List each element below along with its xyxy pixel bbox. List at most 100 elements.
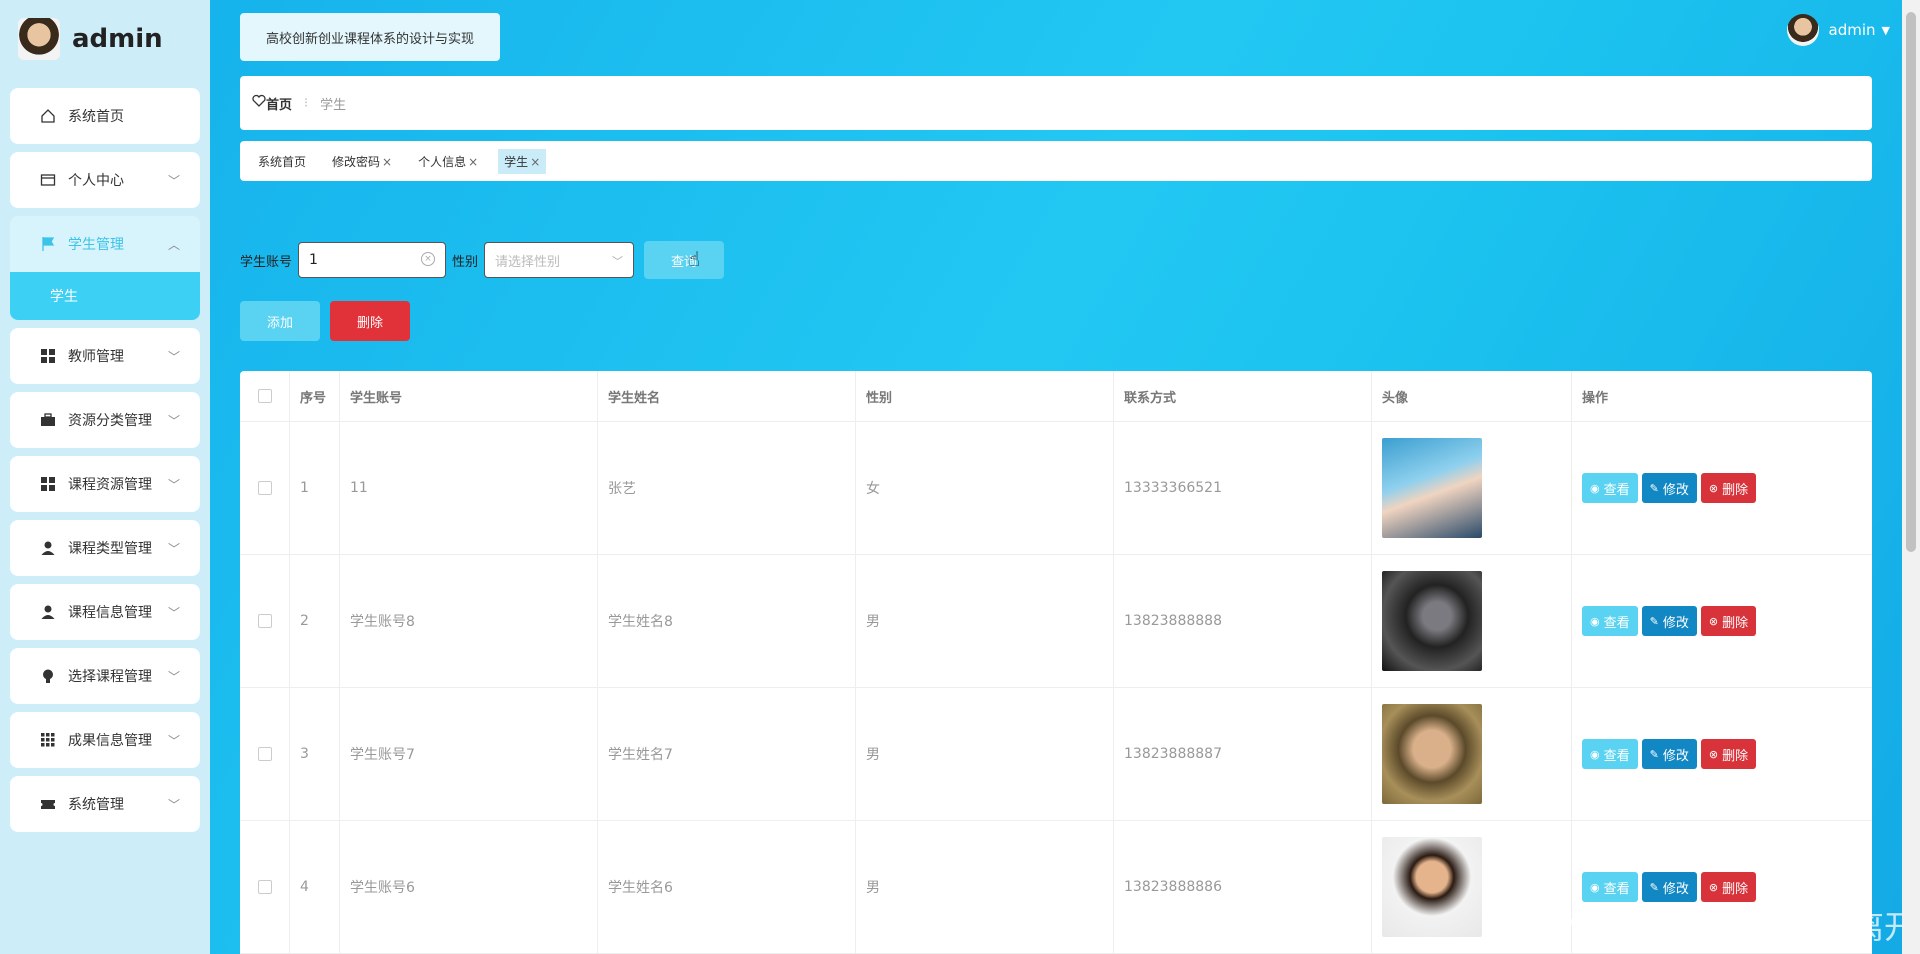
chevron-down-icon: ﹀: [167, 174, 180, 188]
student-photo[interactable]: [1382, 438, 1482, 538]
user-menu[interactable]: admin ▼: [1786, 14, 1890, 46]
sidebar-item-course-type[interactable]: 课程类型管理 ﹀: [10, 520, 200, 576]
sidebar-item-student-management[interactable]: 学生管理 ︿: [10, 216, 200, 272]
sidebar-item-course-resource[interactable]: 课程资源管理 ﹀: [10, 456, 200, 512]
row-checkbox[interactable]: [257, 481, 272, 495]
grid-icon: [40, 476, 56, 492]
view-button[interactable]: ◉ 查看: [1582, 606, 1638, 636]
sidebar-item-profile[interactable]: 个人中心 ﹀: [10, 152, 200, 208]
sidebar-item-home[interactable]: 系统首页: [10, 88, 200, 144]
action-bar: 添加 删除: [240, 301, 410, 341]
row-checkbox[interactable]: [257, 747, 272, 761]
account-label: 学生账号: [240, 254, 293, 270]
view-label: 查看: [1603, 881, 1630, 897]
heart-icon: [252, 94, 266, 112]
chevron-down-icon: ﹀: [167, 350, 180, 364]
cell-phone: 13823888887: [1114, 688, 1372, 820]
breadcrumb-separator: ⁝: [304, 95, 309, 111]
tag-personal-info[interactable]: 个人信息 ×: [412, 149, 484, 174]
clear-icon[interactable]: ×: [421, 252, 436, 266]
page-scrollbar[interactable]: [1902, 0, 1920, 954]
tag-change-password[interactable]: 修改密码 ×: [326, 149, 398, 174]
edit-button[interactable]: ✎ 修改: [1641, 872, 1697, 902]
brand: admin: [18, 18, 163, 60]
chevron-down-icon: ﹀: [167, 734, 180, 748]
tag-label: 修改密码: [332, 154, 381, 169]
chevron-down-icon: ﹀: [167, 414, 180, 428]
sidebar-item-label: 系统首页: [68, 109, 124, 125]
sidebar-item-achievement[interactable]: 成果信息管理 ﹀: [10, 712, 200, 768]
select-all-checkbox[interactable]: [257, 389, 272, 403]
sidebar-item-label: 系统管理: [68, 797, 124, 813]
close-icon[interactable]: ×: [382, 155, 392, 169]
cell-account: 学生账号8: [340, 555, 598, 687]
user-name: admin: [1828, 21, 1876, 39]
cell-ops: ◉ 查看 ✎ 修改 ⊗ 删除: [1572, 688, 1872, 820]
add-button[interactable]: 添加: [240, 301, 320, 341]
header-phone: 联系方式: [1114, 371, 1372, 421]
edit-button[interactable]: ✎ 修改: [1641, 606, 1697, 636]
sidebar-item-label: 课程类型管理: [68, 541, 152, 557]
sidebar-item-label: 学生管理: [68, 237, 124, 253]
view-button[interactable]: ◉ 查看: [1582, 872, 1638, 902]
row-checkbox[interactable]: [257, 880, 272, 894]
eye-icon: ◉: [1590, 880, 1600, 894]
sidebar-subitem-student[interactable]: 学生: [10, 272, 200, 320]
cell-avatar: [1372, 422, 1572, 554]
sidebar-item-label: 课程信息管理: [68, 605, 152, 621]
chevron-down-icon: ﹀: [167, 606, 180, 620]
breadcrumb-home-label: 首页: [266, 97, 293, 113]
main-content: 高校创新创业课程体系的设计与实现 admin ▼ 首页 ⁝ 学生 系统首页 修改…: [210, 0, 1920, 954]
user-icon: [40, 604, 56, 620]
sidebar-item-system[interactable]: 系统管理 ﹀: [10, 776, 200, 832]
cell-name: 学生姓名6: [598, 821, 856, 953]
tag-home[interactable]: 系统首页: [252, 149, 312, 174]
sidebar-item-resource-category[interactable]: 资源分类管理 ﹀: [10, 392, 200, 448]
student-photo[interactable]: [1382, 837, 1482, 937]
delete-button[interactable]: 删除: [330, 301, 410, 341]
breadcrumb-home[interactable]: 首页: [252, 94, 292, 113]
sidebar: admin 系统首页 个人中心 ﹀ 学生管理 ︿ 学生 教师管理 ﹀ 资源分类管: [0, 0, 210, 954]
remove-button[interactable]: ⊗ 删除: [1700, 473, 1757, 503]
remove-button[interactable]: ⊗ 删除: [1700, 606, 1757, 636]
tag-student[interactable]: 学生 ×: [498, 148, 547, 174]
remove-label: 删除: [1722, 748, 1749, 764]
view-button[interactable]: ◉ 查看: [1582, 739, 1638, 769]
select-all-cell: [240, 371, 290, 421]
cell-no: 3: [290, 688, 340, 820]
gender-select[interactable]: 请选择性别 ﹀: [484, 242, 635, 278]
cell-name: 学生姓名8: [598, 555, 856, 687]
home-icon: [40, 108, 56, 124]
briefcase-icon: [40, 412, 56, 428]
account-input[interactable]: 1 ×: [298, 242, 447, 278]
query-button[interactable]: 查询 ☝: [644, 241, 725, 279]
student-photo[interactable]: [1382, 571, 1482, 671]
remove-button[interactable]: ⊗ 删除: [1700, 739, 1757, 769]
close-icon[interactable]: ×: [468, 155, 478, 169]
tags-bar: 系统首页 修改密码 × 个人信息 × 学生 ×: [240, 141, 1872, 181]
edit-button[interactable]: ✎ 修改: [1641, 739, 1697, 769]
cell-name: 张艺: [598, 422, 856, 554]
gender-label: 性别: [452, 254, 479, 270]
row-actions: ◉ 查看 ✎ 修改 ⊗ 删除: [1582, 606, 1757, 636]
view-label: 查看: [1603, 615, 1630, 631]
edit-label: 修改: [1662, 482, 1689, 498]
row-checkbox[interactable]: [257, 614, 272, 628]
view-button[interactable]: ◉ 查看: [1582, 473, 1638, 503]
sidebar-item-course-info[interactable]: 课程信息管理 ﹀: [10, 584, 200, 640]
remove-button[interactable]: ⊗ 删除: [1700, 872, 1757, 902]
row-select-cell: [240, 422, 290, 554]
edit-button[interactable]: ✎ 修改: [1641, 473, 1697, 503]
chevron-down-icon: ﹀: [167, 798, 180, 812]
sidebar-item-teacher-management[interactable]: 教师管理 ﹀: [10, 328, 200, 384]
sidebar-item-course-selection[interactable]: 选择课程管理 ﹀: [10, 648, 200, 704]
edit-label: 修改: [1662, 748, 1689, 764]
flag-icon: [40, 236, 56, 252]
close-icon[interactable]: ×: [530, 155, 540, 169]
student-photo[interactable]: [1382, 704, 1482, 804]
scrollbar-thumb[interactable]: [1906, 12, 1916, 552]
header-no: 序号: [290, 371, 340, 421]
student-table: 序号 学生账号 学生姓名 性别 联系方式 头像 操作 1 11 张艺 女 133…: [240, 371, 1872, 954]
header-name: 学生姓名: [598, 371, 856, 421]
header-gender: 性别: [856, 371, 1114, 421]
